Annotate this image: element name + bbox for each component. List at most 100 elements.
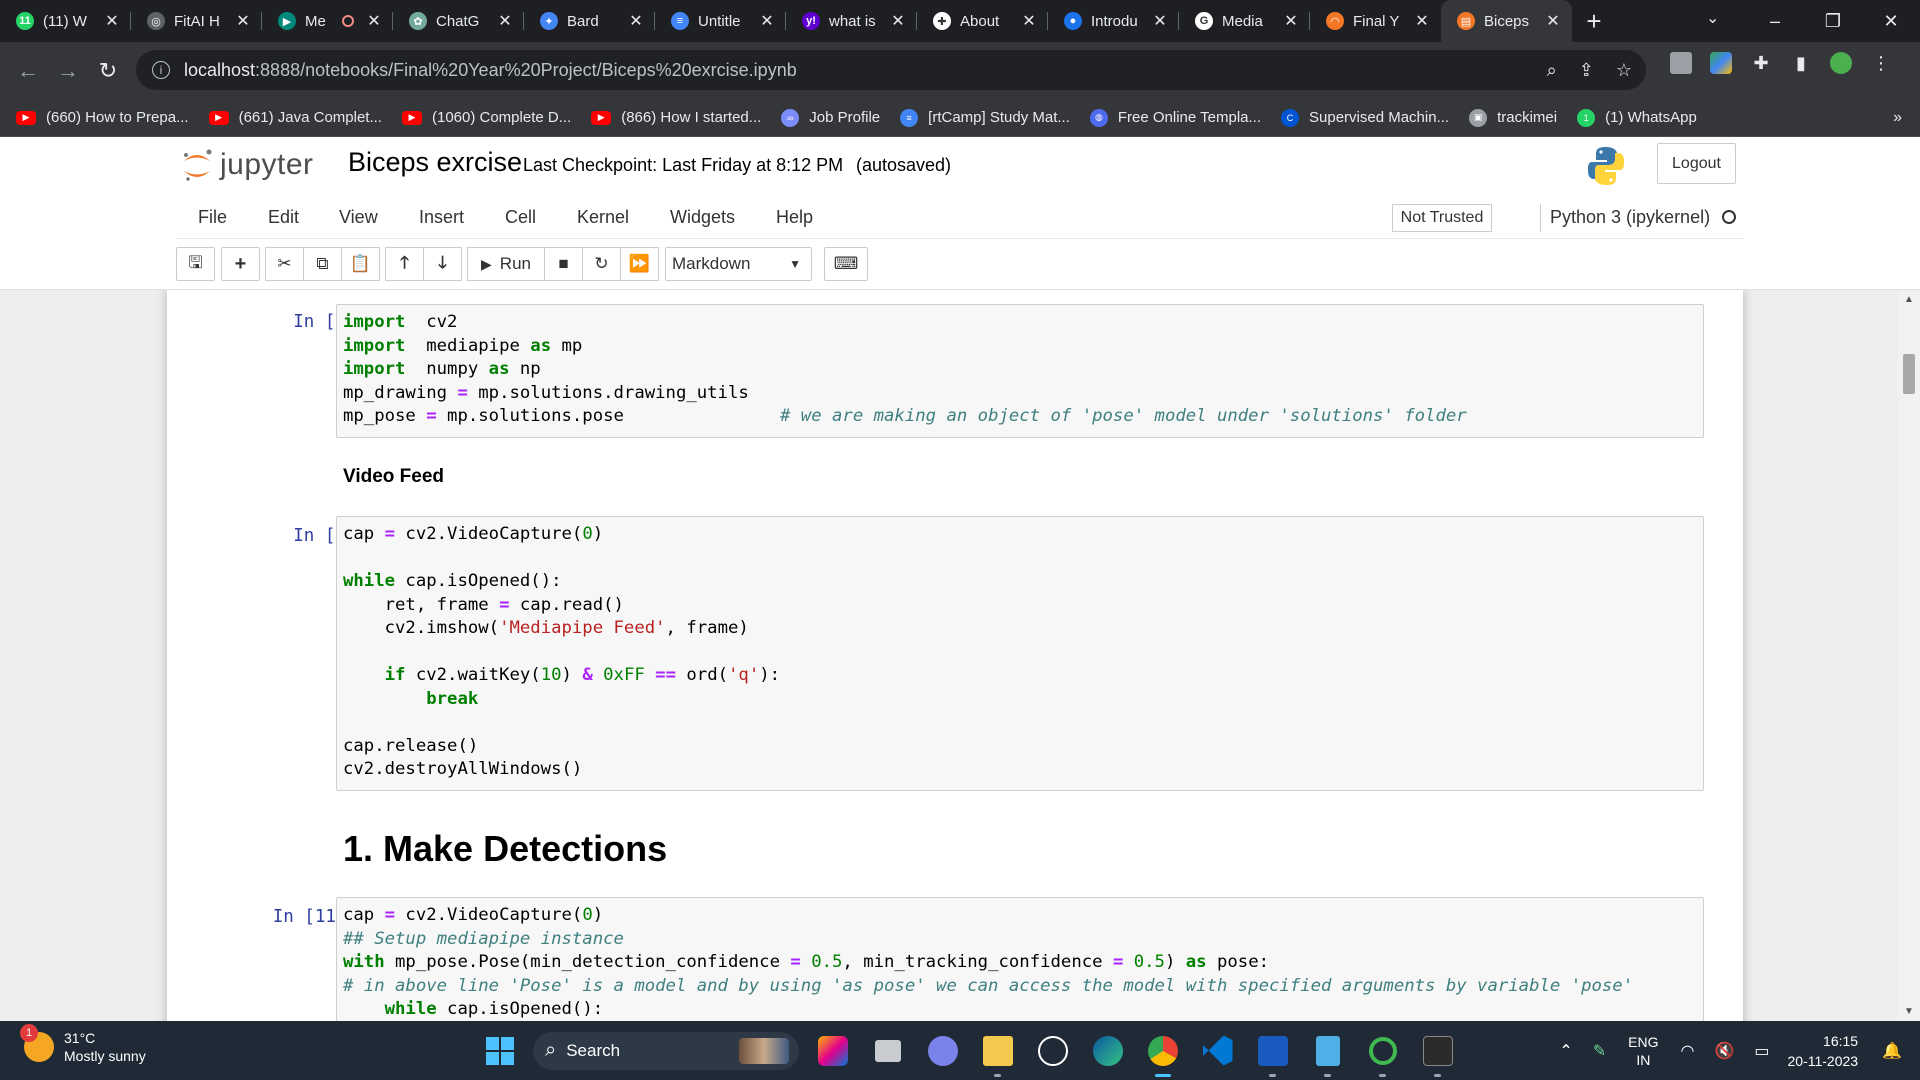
- markdown-make-detections[interactable]: 1. Make Detections: [343, 828, 667, 870]
- close-window-button[interactable]: ✕: [1862, 11, 1920, 32]
- menu-kernel[interactable]: Kernel: [577, 207, 629, 228]
- notification-bell-icon[interactable]: 🔔: [1882, 1041, 1902, 1061]
- copy-icon[interactable]: ⧉: [303, 247, 342, 281]
- close-tab-icon[interactable]: ✕: [758, 11, 776, 31]
- volume-mute-icon[interactable]: 🔇: [1714, 1041, 1734, 1061]
- browser-tab[interactable]: ≡ Untitle ✕: [655, 0, 786, 42]
- pen-icon[interactable]: ✎: [1593, 1041, 1606, 1061]
- browser-tab[interactable]: ✚ About ✕: [917, 0, 1048, 42]
- not-trusted-indicator[interactable]: Not Trusted: [1392, 204, 1492, 232]
- task-view-icon[interactable]: [860, 1021, 915, 1080]
- back-arrow-icon[interactable]: ←: [8, 58, 48, 84]
- code-cell-imports[interactable]: import cv2 import mediapipe as mp import n…: [336, 304, 1704, 438]
- cut-icon[interactable]: ✂: [265, 247, 304, 281]
- bookmark-item[interactable]: ∞ Job Profile: [781, 108, 880, 127]
- battery-icon[interactable]: ▭: [1754, 1041, 1769, 1061]
- logout-button[interactable]: Logout: [1657, 143, 1736, 184]
- code-cell-make-detections[interactable]: cap = cv2.VideoCapture(0) ## Setup mediap…: [336, 897, 1704, 1021]
- browser-tab[interactable]: G Media ✕: [1179, 0, 1310, 42]
- browser-tab[interactable]: ▤ Biceps ✕: [1441, 0, 1572, 42]
- restart-run-all-icon[interactable]: ⏩: [620, 247, 659, 281]
- bookmark-star-icon[interactable]: ☆: [1616, 60, 1632, 81]
- bookmark-item[interactable]: ▶ (1060) Complete D...: [401, 109, 571, 126]
- markdown-video-feed[interactable]: Video Feed: [343, 466, 444, 488]
- chevron-up-icon[interactable]: ⌃: [1559, 1041, 1572, 1061]
- file-explorer-icon[interactable]: [970, 1021, 1025, 1080]
- language-indicator[interactable]: ENG IN: [1628, 1033, 1658, 1069]
- bookmark-item[interactable]: ▶ (661) Java Complet...: [208, 109, 382, 126]
- chrome-menu-icon[interactable]: ⋮: [1870, 52, 1892, 74]
- profile-avatar[interactable]: [1830, 52, 1852, 74]
- close-tab-icon[interactable]: ✕: [365, 11, 383, 31]
- move-down-icon[interactable]: 🡓: [423, 247, 462, 281]
- browser-tab[interactable]: ✦ Bard ✕: [524, 0, 655, 42]
- restore-button[interactable]: ❐: [1804, 11, 1862, 32]
- page-scrollbar[interactable]: ▲ ▼: [1898, 290, 1920, 1021]
- insert-cell-icon[interactable]: +: [221, 247, 260, 281]
- close-tab-icon[interactable]: ✕: [1020, 11, 1038, 31]
- bookmark-item[interactable]: ▶ (866) How I started...: [591, 109, 761, 126]
- interrupt-icon[interactable]: ■: [544, 247, 583, 281]
- terminal-icon[interactable]: [1410, 1021, 1465, 1080]
- close-tab-icon[interactable]: ✕: [627, 11, 645, 31]
- extension-icon[interactable]: [1670, 52, 1692, 74]
- minimize-button[interactable]: –: [1746, 11, 1804, 32]
- menu-edit[interactable]: Edit: [268, 207, 299, 228]
- jupyter-logo[interactable]: jupyter: [180, 145, 314, 185]
- notebook-title[interactable]: Biceps exrcise: [348, 147, 522, 178]
- tab-search-icon[interactable]: ⌄: [1706, 8, 1719, 28]
- puzzle-icon[interactable]: ✚: [1750, 52, 1772, 74]
- menu-view[interactable]: View: [339, 207, 378, 228]
- vscode-icon[interactable]: [1190, 1021, 1245, 1080]
- taskbar-search-box[interactable]: ⌕ Search: [533, 1031, 799, 1070]
- menu-cell[interactable]: Cell: [505, 207, 536, 228]
- paste-icon[interactable]: 📋: [341, 247, 380, 281]
- side-panel-icon[interactable]: ▮: [1790, 52, 1812, 74]
- word-icon[interactable]: [1245, 1021, 1300, 1080]
- bookmark-item[interactable]: ▶ (660) How to Prepa...: [16, 109, 189, 126]
- bookmark-item[interactable]: ≡ [rtCamp] Study Mat...: [900, 108, 1070, 127]
- bookmark-item[interactable]: ◍ Free Online Templa...: [1089, 108, 1261, 127]
- close-tab-icon[interactable]: ✕: [103, 11, 121, 31]
- close-tab-icon[interactable]: ✕: [234, 11, 252, 31]
- bookmark-item[interactable]: 1 (1) WhatsApp: [1577, 108, 1697, 127]
- close-tab-icon[interactable]: ✕: [889, 11, 907, 31]
- scroll-down-icon[interactable]: ▼: [1898, 1006, 1920, 1017]
- weather-widget[interactable]: 1 31°C Mostly sunny: [20, 1024, 146, 1065]
- new-tab-button[interactable]: +: [1572, 0, 1616, 42]
- cell-type-select[interactable]: Markdown ▼: [665, 247, 812, 281]
- zoom-icon[interactable]: ⌕: [1547, 60, 1557, 81]
- move-up-icon[interactable]: 🡑: [385, 247, 424, 281]
- browser-tab[interactable]: ◎ FitAI H ✕: [131, 0, 262, 42]
- browser-tab[interactable]: ▶ Me ✕: [262, 0, 393, 42]
- forward-arrow-icon[interactable]: →: [48, 58, 88, 84]
- menu-insert[interactable]: Insert: [419, 207, 464, 228]
- extension-colorful-icon[interactable]: [1710, 52, 1732, 74]
- keyboard-shortcuts-icon[interactable]: ⌨: [824, 247, 868, 281]
- close-tab-icon[interactable]: ✕: [1151, 11, 1169, 31]
- more-bookmarks-icon[interactable]: »: [1893, 109, 1902, 127]
- reload-icon[interactable]: ↻: [88, 58, 128, 84]
- dell-icon[interactable]: [1025, 1021, 1080, 1080]
- copilot-icon[interactable]: [805, 1021, 860, 1080]
- browser-tab[interactable]: ◠ Final Y ✕: [1310, 0, 1441, 42]
- browser-tab[interactable]: ✿ ChatG ✕: [393, 0, 524, 42]
- save-icon[interactable]: 🖫: [176, 247, 215, 281]
- wifi-icon[interactable]: ◠: [1680, 1041, 1694, 1061]
- url-omnibox[interactable]: i localhost:8888/notebooks/Final%20Year%…: [136, 50, 1646, 90]
- clock[interactable]: 16:15 20-11-2023: [1788, 1031, 1859, 1071]
- close-tab-icon[interactable]: ✕: [1282, 11, 1300, 31]
- site-info-icon[interactable]: i: [152, 61, 170, 79]
- teams-icon[interactable]: [915, 1021, 970, 1080]
- browser-tab[interactable]: 11 (11) W ✕: [0, 0, 131, 42]
- start-button[interactable]: [472, 1021, 527, 1080]
- share-icon[interactable]: ⇪: [1579, 60, 1594, 81]
- loading-app-icon[interactable]: [1355, 1021, 1410, 1080]
- scroll-up-icon[interactable]: ▲: [1898, 294, 1920, 305]
- run-button[interactable]: ▶ Run: [467, 247, 545, 281]
- menu-widgets[interactable]: Widgets: [670, 207, 735, 228]
- close-tab-icon[interactable]: ✕: [496, 11, 514, 31]
- scrollbar-thumb[interactable]: [1903, 354, 1915, 394]
- close-tab-icon[interactable]: ✕: [1544, 11, 1562, 31]
- notepad-icon[interactable]: [1300, 1021, 1355, 1080]
